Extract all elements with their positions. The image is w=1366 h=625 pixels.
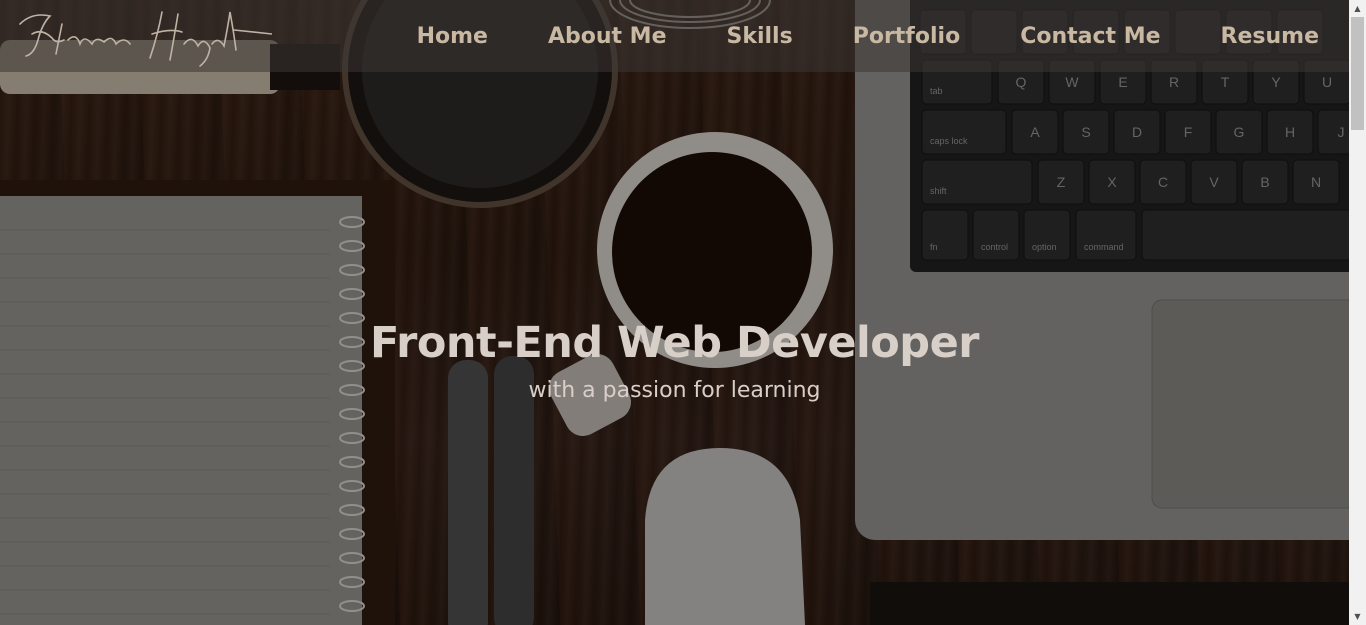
- scroll-down-arrow-icon[interactable]: ▼: [1349, 608, 1366, 625]
- nav-skills[interactable]: Skills: [727, 24, 793, 49]
- scroll-thumb[interactable]: [1351, 17, 1364, 130]
- nav-portfolio[interactable]: Portfolio: [853, 24, 961, 49]
- hero-title: Front-End Web Developer: [370, 318, 979, 368]
- nav-contact-me[interactable]: Contact Me: [1020, 24, 1160, 49]
- logo-signature-art: [19, 11, 273, 67]
- vertical-scrollbar[interactable]: ▲ ▼: [1349, 0, 1366, 625]
- navbar: Home About Me Skills Portfolio Contact M…: [0, 0, 1349, 72]
- hero-dim-overlay: [0, 0, 1349, 625]
- scroll-up-arrow-icon[interactable]: ▲: [1349, 0, 1366, 17]
- nav-links: Home About Me Skills Portfolio Contact M…: [417, 0, 1319, 72]
- nav-resume[interactable]: Resume: [1221, 24, 1319, 49]
- nav-home[interactable]: Home: [417, 24, 488, 49]
- hero-subtitle: with a passion for learning: [528, 378, 821, 403]
- nav-about-me[interactable]: About Me: [548, 24, 667, 49]
- page: tab Q W E R T Y Ucaps lock A S D F G H Jshift Z X C V B Nfn c…: [0, 0, 1366, 625]
- logo-signature[interactable]: [12, 4, 273, 68]
